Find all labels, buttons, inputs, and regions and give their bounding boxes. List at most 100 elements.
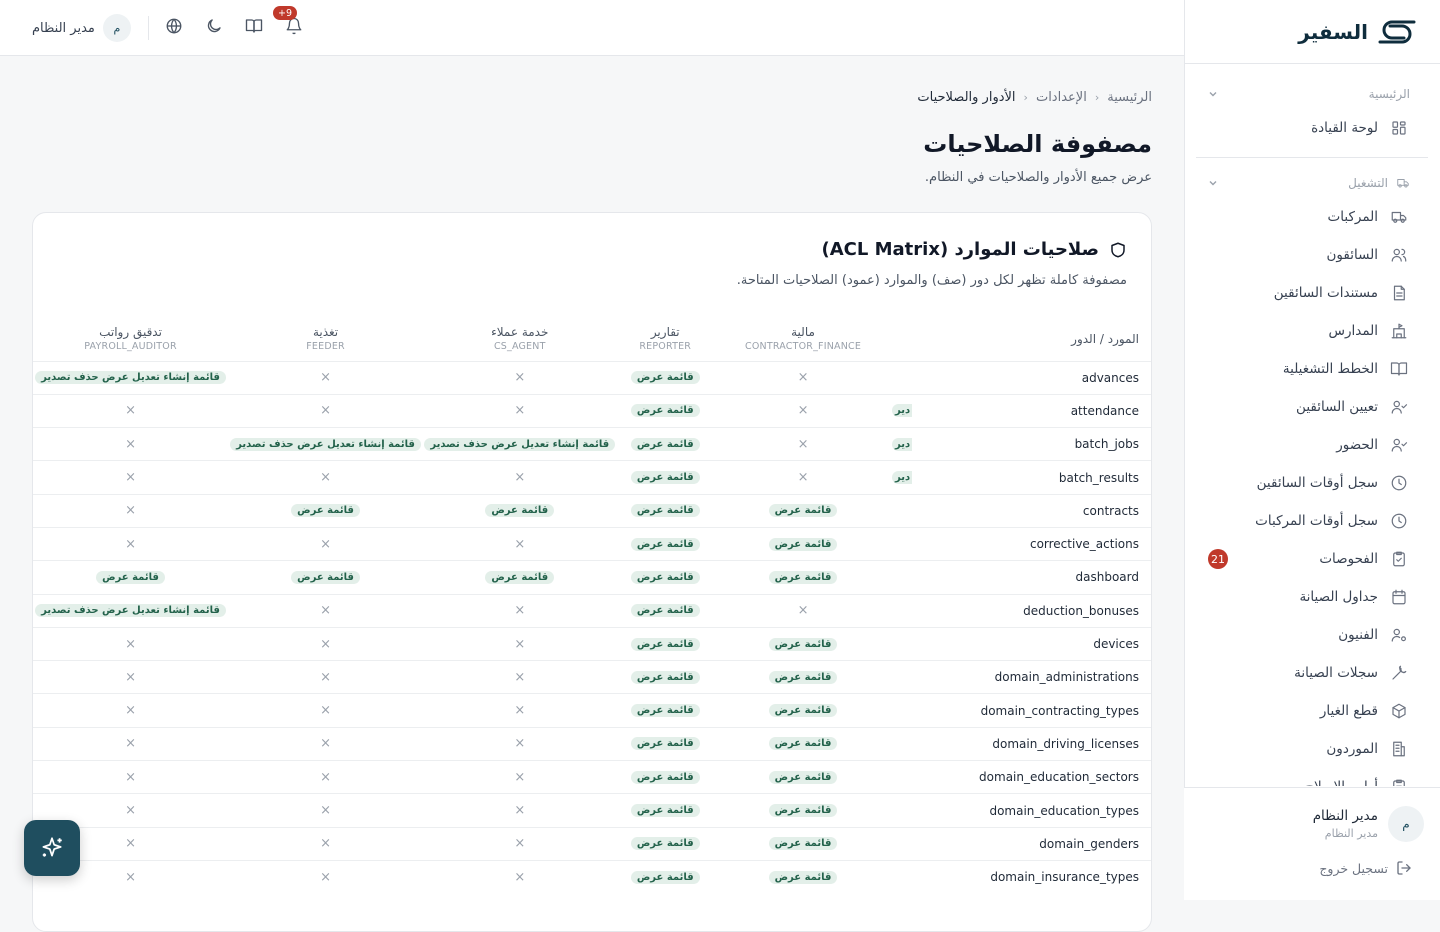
permission-cell: × bbox=[423, 727, 616, 760]
table-row: × قائمة عرض قائمة عرض قائمة عرض قائمة عرض con… bbox=[33, 494, 1151, 527]
nav-section-header[interactable]: التشغيل bbox=[1184, 168, 1440, 198]
dashboard-icon bbox=[1392, 121, 1406, 135]
denied-icon: × bbox=[125, 803, 136, 818]
resource-name: domain_contracting_types bbox=[980, 703, 1139, 718]
wrench-icon bbox=[1392, 665, 1407, 680]
ai-assistant-button[interactable] bbox=[24, 820, 80, 876]
permission-cell: × bbox=[423, 694, 616, 727]
docs-button[interactable] bbox=[245, 17, 265, 37]
resource-name: contracts bbox=[1082, 503, 1139, 518]
resource-name: domain_administrations bbox=[994, 670, 1139, 685]
denied-icon: × bbox=[320, 769, 331, 785]
sidebar-item[interactable]: لوحة القيادة bbox=[1184, 109, 1440, 147]
sidebar-nav: الرئيسية لوحة القيادة التشغيل المركبات السائ… bbox=[1184, 64, 1440, 786]
sidebar-item[interactable]: مستندات السائقين bbox=[1184, 274, 1440, 312]
permission-cell: قائمة عرض bbox=[616, 661, 714, 694]
building-icon bbox=[1393, 741, 1405, 757]
topbar-user-menu[interactable]: مدير النظام م bbox=[32, 14, 131, 42]
permission-cell: × bbox=[423, 827, 616, 860]
acl-matrix-card: صلاحيات الموارد (ACL Matrix) مصفوفة كامل… bbox=[32, 212, 1152, 932]
brand-logo[interactable]: السفير bbox=[1298, 14, 1420, 50]
sidebar-item[interactable]: جداول الصيانة bbox=[1184, 578, 1440, 616]
permission-cell: × bbox=[33, 428, 228, 461]
sidebar-item[interactable]: المركبات bbox=[1184, 198, 1440, 236]
moon-icon bbox=[207, 19, 221, 33]
permission-badge: قائمة عرض bbox=[630, 504, 700, 518]
clipped-cell: دير bbox=[892, 428, 979, 461]
permission-cell: قائمة عرض bbox=[616, 727, 714, 760]
language-button[interactable] bbox=[165, 17, 185, 37]
permission-badge: قائمة عرض bbox=[291, 570, 360, 584]
table-row: × × × قائمة عرض قائمة عرض domain_education_se… bbox=[33, 760, 1151, 794]
permission-cell: قائمة إنشاء تعديل عرض حذف تصدير bbox=[423, 428, 616, 461]
denied-icon: × bbox=[797, 370, 809, 386]
clipboard-check-icon bbox=[1393, 551, 1405, 567]
breadcrumb-settings[interactable]: الإعدادات bbox=[1036, 90, 1087, 105]
sidebar-item[interactable]: تعيين السائقين bbox=[1184, 388, 1440, 426]
resource-name: attendance bbox=[1070, 403, 1139, 418]
theme-toggle-button[interactable] bbox=[205, 17, 225, 37]
table-row: × × × قائمة عرض قائمة عرض devices bbox=[33, 627, 1151, 660]
denied-icon: × bbox=[320, 636, 331, 652]
permission-cell: قائمة عرض bbox=[616, 461, 714, 494]
sidebar-item[interactable]: الفحوصات 21 bbox=[1184, 540, 1440, 578]
breadcrumb-home[interactable]: الرئيسية bbox=[1107, 90, 1152, 105]
breadcrumb-chevron-icon: ‹ bbox=[1094, 91, 1100, 104]
denied-icon: × bbox=[514, 836, 526, 852]
truck-icon bbox=[1391, 211, 1407, 223]
sidebar-item[interactable]: سجل أوقات المركبات bbox=[1184, 502, 1440, 540]
permission-cell: × bbox=[33, 727, 228, 760]
denied-icon: × bbox=[320, 470, 331, 486]
permission-cell: قائمة عرض bbox=[228, 494, 423, 527]
sidebar-item[interactable]: الموردون bbox=[1184, 730, 1440, 768]
permission-cell: قائمة عرض bbox=[616, 561, 714, 594]
denied-icon: × bbox=[514, 470, 526, 486]
permission-cell: × bbox=[423, 394, 616, 427]
permission-cell: × bbox=[714, 594, 892, 627]
shield-icon bbox=[1111, 242, 1125, 257]
denied-icon: × bbox=[125, 403, 136, 419]
denied-icon: × bbox=[320, 536, 331, 552]
calendar-icon bbox=[1392, 589, 1406, 605]
denied-icon: × bbox=[514, 803, 526, 818]
sidebar-item[interactable]: الحضور bbox=[1184, 426, 1440, 464]
permission-badge: قائمة عرض bbox=[768, 570, 838, 584]
sidebar-item[interactable]: قطع الغيار bbox=[1184, 692, 1440, 730]
page-subtitle: عرض جميع الأدوار والصلاحيات في النظام. bbox=[924, 170, 1152, 185]
permission-badge: قائمة عرض bbox=[630, 670, 700, 684]
sidebar-item[interactable]: أوامر الإصلاح bbox=[1184, 768, 1440, 786]
permission-cell: × bbox=[423, 761, 616, 794]
sidebar-item[interactable]: الفنيون bbox=[1184, 616, 1440, 654]
clock-icon bbox=[1391, 475, 1407, 491]
permission-badge: قائمة إنشاء تعديل عرض حذف تصدير bbox=[230, 437, 421, 451]
clipped-cell bbox=[892, 661, 979, 694]
nav-section-header[interactable]: الرئيسية bbox=[1184, 79, 1440, 109]
clipped-cell bbox=[892, 527, 979, 560]
denied-icon: × bbox=[125, 470, 136, 486]
permission-badge: قائمة عرض bbox=[768, 504, 838, 518]
logout-button[interactable]: تسجيل خروج bbox=[1319, 860, 1412, 876]
sidebar-user-name: مدير النظام bbox=[1312, 808, 1378, 824]
sidebar-item[interactable]: سجلات الصيانة bbox=[1184, 654, 1440, 692]
acl-matrix-table: تدقيق رواتب PAYROLL_AUDITOR تغذية FEEDER خدم… bbox=[33, 317, 1151, 894]
sidebar-item[interactable]: الخطط التشغيلية bbox=[1184, 350, 1440, 388]
permission-cell: قائمة عرض bbox=[616, 794, 714, 827]
permission-cell: × bbox=[228, 794, 423, 827]
logout-icon bbox=[1397, 861, 1411, 875]
permission-badge: قائمة عرض bbox=[768, 737, 838, 751]
breadcrumb-chevron-icon: ‹ bbox=[1023, 91, 1028, 104]
permission-cell: قائمة عرض bbox=[616, 827, 714, 860]
sidebar-item[interactable]: المدارس bbox=[1184, 312, 1440, 350]
notifications-button[interactable] bbox=[285, 17, 305, 37]
school-icon bbox=[1391, 323, 1407, 339]
sidebar-user-role: مدير النظام bbox=[1324, 827, 1378, 840]
resource-name: batch_jobs bbox=[1074, 437, 1139, 452]
permission-cell: قائمة عرض bbox=[714, 727, 892, 760]
clipped-column-header bbox=[892, 317, 979, 361]
sidebar-item[interactable]: سجل أوقات السائقين bbox=[1184, 464, 1440, 502]
sidebar-item[interactable]: السائقون bbox=[1184, 236, 1440, 274]
permission-cell: × bbox=[423, 860, 616, 893]
sidebar-item-label: قطع الغيار bbox=[1319, 703, 1378, 719]
sidebar-user[interactable]: م مدير النظام مدير النظام bbox=[1313, 806, 1424, 842]
denied-icon: × bbox=[797, 403, 809, 419]
